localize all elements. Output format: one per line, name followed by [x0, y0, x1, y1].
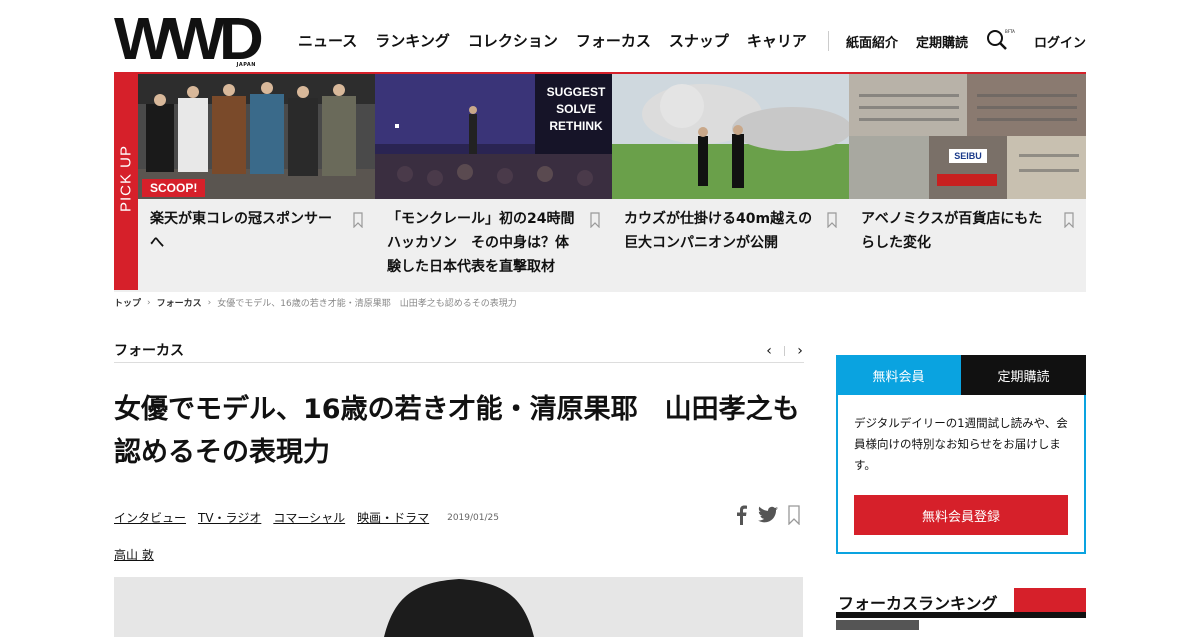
twitter-icon[interactable]: [758, 506, 778, 524]
ranking-accent: [1014, 588, 1086, 612]
search-badge: BFTA: [1005, 29, 1015, 34]
bookmark-icon[interactable]: [827, 212, 837, 228]
tag-link[interactable]: TV・ラジオ: [198, 509, 261, 526]
pickup-image-hackathon: SUGGEST SOLVE RETHINK: [375, 74, 612, 199]
nav-subscribe[interactable]: 定期購読: [916, 32, 968, 51]
search-button[interactable]: BFTA: [986, 28, 1018, 52]
breadcrumb-top[interactable]: トップ: [114, 296, 141, 309]
focus-ranking-header: フォーカスランキング: [836, 588, 1086, 618]
main-nav: ニュース ランキング コレクション フォーカス スナップ キャリア: [298, 30, 825, 51]
breadcrumb-current: 女優でモデル、16歳の若き才能・清原果耶 山田孝之も認めるその表現力: [217, 299, 517, 309]
logo-text: WWD: [114, 6, 264, 73]
section-divider: [114, 362, 804, 363]
membership-description: デジタルデイリーの1週間試し読みや、会員様向けの特別なお知らせをお届けします。: [854, 416, 1068, 472]
tag-link[interactable]: インタビュー: [114, 509, 186, 526]
article-tags: インタビュー TV・ラジオ コマーシャル 映画・ドラマ 2019/01/25: [114, 509, 499, 526]
pickup-card[interactable]: SUGGEST SOLVE RETHINK 「モンクレール」初の24時間ハッカソ…: [375, 74, 612, 290]
pickup-label-text: PICK UP: [117, 145, 135, 213]
nav-focus[interactable]: フォーカス: [576, 30, 651, 51]
bookmark-icon[interactable]: [590, 212, 600, 228]
pickup-image-kaws: [612, 74, 849, 199]
tab-free-member[interactable]: 無料会員: [836, 355, 961, 395]
nav-news[interactable]: ニュース: [298, 30, 357, 51]
logo-sub: JAPAN: [236, 62, 256, 68]
breadcrumb-focus[interactable]: フォーカス: [157, 296, 202, 309]
login-link[interactable]: ログイン: [1034, 32, 1086, 51]
nav-print-intro[interactable]: 紙面紹介: [846, 32, 898, 51]
chevron-left-icon[interactable]: ‹: [760, 343, 778, 359]
chevron-right-icon[interactable]: ›: [791, 343, 809, 359]
nav-divider: [828, 31, 829, 51]
facebook-icon[interactable]: [734, 505, 748, 525]
ranking-thumbnail[interactable]: [836, 620, 919, 630]
pager-divider: [784, 346, 785, 356]
tab-subscription[interactable]: 定期購読: [961, 355, 1086, 395]
breadcrumb-separator: ›: [147, 297, 151, 308]
pickup-image-department-stores: SEIBU: [849, 74, 1086, 199]
section-label: フォーカス: [114, 343, 184, 359]
bookmark-icon[interactable]: [353, 212, 363, 228]
pickup-card[interactable]: カウズが仕掛ける40m越えの巨大コンパニオンが公開: [612, 74, 849, 290]
hero-image: [114, 577, 803, 637]
free-register-button[interactable]: 無料会員登録: [854, 495, 1068, 535]
nav-collection[interactable]: コレクション: [468, 30, 558, 51]
ranking-bar: [836, 612, 1086, 618]
breadcrumb: トップ › フォーカス › 女優でモデル、16歳の若き才能・清原果耶 山田孝之も…: [114, 296, 523, 310]
bookmark-icon[interactable]: [788, 505, 800, 525]
tag-link[interactable]: コマーシャル: [273, 509, 345, 526]
pickup-title[interactable]: カウズが仕掛ける40m越えの巨大コンパニオンが公開: [624, 207, 819, 255]
pickup-title[interactable]: 「モンクレール」初の24時間ハッカソン その中身は？体験した日本代表を直撃取材: [387, 207, 582, 279]
breadcrumb-separator: ›: [207, 297, 212, 308]
pickup-card[interactable]: SEIBU アベノミクスが百貨店にもたらした変化: [849, 74, 1086, 290]
author-link[interactable]: 高山 敦: [114, 546, 154, 563]
store-sign: SEIBU: [954, 151, 982, 161]
scoop-badge: SCOOP!: [142, 179, 206, 197]
nav-ranking[interactable]: ランキング: [375, 30, 450, 51]
nav-snap[interactable]: スナップ: [669, 30, 729, 51]
pickup-card[interactable]: SCOOP! 楽天が東コレの冠スポンサーへ: [138, 74, 375, 290]
search-icon: BFTA: [987, 29, 1015, 50]
article-date: 2019/01/25: [447, 512, 499, 523]
pickup-title[interactable]: 楽天が東コレの冠スポンサーへ: [150, 207, 345, 255]
membership-panel: デジタルデイリーの1週間試し読みや、会員様向けの特別なお知らせをお届けします。 …: [836, 395, 1086, 554]
pickup-label: PICK UP: [114, 74, 138, 290]
membership-tabs: 無料会員 定期購読: [836, 355, 1086, 395]
ranking-title: フォーカスランキング: [838, 594, 998, 613]
tag-link[interactable]: 映画・ドラマ: [357, 509, 429, 526]
share-buttons: [734, 505, 800, 525]
pickup-title[interactable]: アベノミクスが百貨店にもたらした変化: [861, 207, 1056, 255]
screen-text: SUGGEST SOLVE RETHINK: [546, 85, 606, 133]
sub-nav: 紙面紹介 定期購読: [846, 32, 986, 51]
wwd-logo[interactable]: WWD JAPAN: [114, 6, 284, 73]
bookmark-icon[interactable]: [1064, 212, 1074, 228]
nav-career[interactable]: キャリア: [747, 30, 807, 51]
pickup-image-runway: SCOOP!: [138, 74, 375, 199]
article-pager: ‹ ›: [760, 343, 809, 359]
article-headline: 女優でモデル、16歳の若き才能・清原果耶 山田孝之も認めるその表現力: [114, 394, 800, 468]
